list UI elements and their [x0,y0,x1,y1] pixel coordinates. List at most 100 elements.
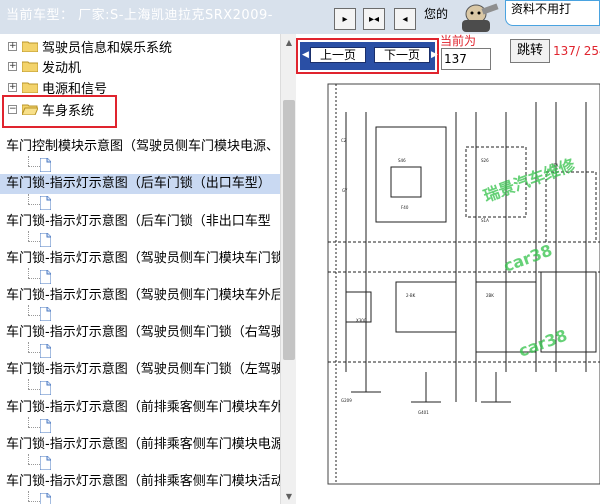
scroll-up-icon[interactable]: ▲ [281,34,297,50]
doc-icon-row [0,491,280,504]
doc-item-7[interactable]: 车门锁-指示灯示意图（驾驶员侧车门锁（左驾驶 [0,360,280,380]
tree-line [28,156,29,166]
document-icon [40,158,51,172]
document-icon [40,381,51,395]
document-icon [40,493,51,504]
prev-page-button[interactable]: 上一页 [310,47,366,63]
first-page-button[interactable]: ▸ [334,8,356,30]
doc-item-4[interactable]: 车门锁-指示灯示意图（驾驶员侧车门模块车门锁 [0,249,280,269]
svg-text:S1A: S1A [481,218,489,223]
doc-icon-row [0,194,280,212]
tree-line [28,491,29,501]
page-number-input[interactable]: 137 [441,48,491,70]
document-icon [40,456,51,470]
doc-icon-row [0,417,280,435]
next-page-button[interactable]: 下一页 [374,47,430,63]
doc-icon-row [0,454,280,472]
svg-text:X300: X300 [356,318,367,323]
tree-line [28,241,40,242]
expand-icon[interactable]: + [8,61,17,71]
doc-icon-row [0,268,280,286]
tree-line [28,417,29,427]
document-icon [40,196,51,210]
doc-item-2[interactable]: 车门锁-指示灯示意图（后车门锁（出口车型） [0,174,280,194]
fit-page-button[interactable]: ▸◂ [363,8,385,30]
tree-line [28,315,40,316]
doc-icon-row [0,342,280,360]
tree-line [28,342,29,352]
tree-line [28,204,40,205]
doc-icon-row [0,305,280,323]
doc-item-3[interactable]: 车门锁-指示灯示意图（后车门锁（非出口车型 [0,212,280,232]
svg-text:S26: S26 [481,158,489,163]
doc-item-1[interactable]: 车门控制模块示意图（驾驶员侧车门模块电源、 [0,137,280,157]
top-bar: 当前车型： 厂家:S-上海凯迪拉克SRX2009- ▸ ▸◂ ◂ 您的 资料不用… [0,0,600,35]
document-icon [40,270,51,284]
svg-text:C2: C2 [341,138,347,143]
tree-line [28,278,40,279]
document-icon [40,233,51,247]
tree-line [28,352,40,353]
car-type-label: 当前车型： 厂家:S-上海凯迪拉克SRX2009- [6,8,273,23]
svg-text:G209: G209 [341,398,352,403]
notice-text: 您的 [424,7,449,21]
tree-line [28,454,29,464]
tree-folder-label: 驾驶员信息和娱乐系统 [42,40,173,56]
folder-icon [22,41,38,52]
folder-icon [22,82,38,93]
tree-line [28,389,40,390]
scroll-down-icon[interactable]: ▼ [281,488,297,504]
svg-text:G401: G401 [418,410,429,415]
tree-line [28,194,29,204]
expand-icon[interactable]: + [8,41,17,51]
doc-item-9[interactable]: 车门锁-指示灯示意图（前排乘客侧车门模块电源 [0,435,280,455]
mascot-icon [462,3,499,32]
page-nav-box: ◀ 上一页 下一页 ▶ [296,38,439,74]
doc-item-6[interactable]: 车门锁-指示灯示意图（驾驶员侧车门锁（右驾驶 [0,323,280,343]
watermark-text: 瑞景汽车维修 [481,155,579,206]
svg-text:F40: F40 [401,205,409,210]
last-page-button[interactable]: ◂ [394,8,416,30]
current-page-label: 当前为 [440,34,477,48]
tree-line [28,379,29,389]
svg-text:2BK: 2BK [486,293,494,298]
document-icon [40,344,51,358]
tree-line [28,501,40,502]
page-count: 137/ 254 [553,44,600,58]
doc-item-10[interactable]: 车门锁-指示灯示意图（前排乘客侧车门模块活动 [0,472,280,492]
svg-text:GY: GY [342,188,348,193]
tree-line [28,268,29,278]
scroll-thumb[interactable] [283,100,295,360]
next-arrow-icon: ▶ [431,50,438,60]
doc-icon-row [0,156,280,174]
wiring-diagram: C2GY S46F40 S26S1A 3TAX300 2-BK 2BK G209G… [327,83,600,485]
ad-bubble-line2: 资料不用打 [511,2,572,16]
watermark-text-3: car38 [516,326,570,361]
category-tree: + 驾驶员信息和娱乐系统 + 发动机 + 电源和信号 − 车身系统 车门控制模块… [0,34,280,504]
tree-line [28,305,29,315]
jump-button[interactable]: 跳转 [510,39,550,63]
tree-folder-label: 发动机 [42,60,82,76]
tree-line [28,464,40,465]
folder-icon [22,61,38,72]
expand-icon[interactable]: + [8,82,17,92]
highlight-annotation [2,95,117,128]
tree-folder-label: 电源和信号 [42,81,108,97]
svg-text:2-BK: 2-BK [406,293,416,298]
tree-scrollbar[interactable]: ▲ ▼ [280,34,297,504]
doc-item-8[interactable]: 车门锁-指示灯示意图（前排乘客侧车门模块车外 [0,398,280,418]
tree-line [28,166,40,167]
doc-icon-row [0,379,280,397]
document-icon [40,419,51,433]
tree-folder-driver-info[interactable]: + 驾驶员信息和娱乐系统 [0,36,172,56]
svg-text:S46: S46 [398,158,406,163]
watermark-text-2: car38 [501,241,555,276]
prev-arrow-icon: ◀ [302,50,309,60]
tree-line [28,427,40,428]
page-nav-panel: ◀ 上一页 下一页 ▶ [300,42,438,70]
tree-folder-engine[interactable]: + 发动机 [0,56,81,76]
ad-bubble: 资料不用打 [505,0,600,26]
doc-item-5[interactable]: 车门锁-指示灯示意图（驾驶员侧车门模块车外后 [0,286,280,306]
tree-folder-power-signal[interactable]: + 电源和信号 [0,77,107,97]
document-icon [40,307,51,321]
